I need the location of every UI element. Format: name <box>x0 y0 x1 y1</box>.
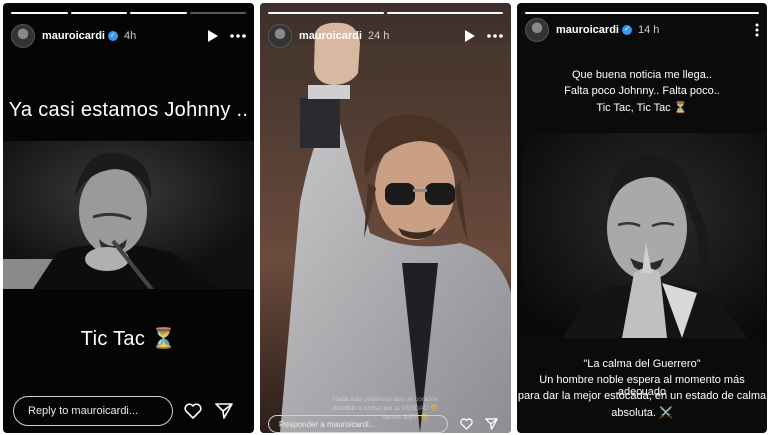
send-icon[interactable] <box>485 418 498 430</box>
username[interactable]: mauroicardi <box>556 24 619 36</box>
quote-line: absoluta. ⚔️ <box>611 407 673 419</box>
username[interactable]: mauroicardi <box>42 30 105 42</box>
play-icon[interactable] <box>464 30 475 42</box>
story-header: mauroicardi ✓ 4h <box>11 23 246 49</box>
verified-icon: ✓ <box>621 25 632 35</box>
verified-icon: ✓ <box>107 31 118 41</box>
progress-bar <box>189 12 246 14</box>
story-photo <box>522 133 765 338</box>
progress-bar <box>11 12 68 14</box>
quote-title: "La calma del Guerrero" <box>583 358 701 370</box>
story-caption-line: Nada más poderoso que un corazón <box>332 396 439 403</box>
reply-input[interactable]: Responder a mauroicardi... <box>268 415 448 433</box>
post-time: 14 h <box>637 24 660 36</box>
story-panel-3[interactable]: mauroicardi ✓ 14 h Que buena noticia me … <box>517 3 767 433</box>
progress-bar <box>268 12 384 14</box>
play-icon[interactable] <box>207 30 218 42</box>
story-caption: Tic Tac ⏳ <box>80 328 177 350</box>
reply-input[interactable]: Reply to mauroicardi... <box>13 396 173 426</box>
story-caption-line: decidido a luchar por la VERDAD 😊 <box>332 405 439 412</box>
story-photo <box>260 3 511 433</box>
progress-bar <box>387 12 503 14</box>
progress-bars <box>525 12 759 14</box>
heart-icon[interactable] <box>184 403 202 419</box>
avatar[interactable] <box>525 18 549 42</box>
story-panel-2[interactable]: mauroicardi 24 h Nada más poderoso que u… <box>260 3 511 433</box>
progress-bar <box>70 12 127 14</box>
post-time: 24 h <box>367 30 390 42</box>
avatar[interactable] <box>268 24 292 48</box>
more-icon[interactable] <box>487 34 503 38</box>
story-text-line: Tic Tac, Tic Tac ⏳ <box>596 102 688 114</box>
more-icon[interactable] <box>230 34 246 38</box>
quote-line: para dar la mejor estocada, en un estado… <box>517 390 767 402</box>
heart-icon[interactable] <box>460 418 473 430</box>
username[interactable]: mauroicardi <box>299 30 362 42</box>
avatar[interactable] <box>11 24 35 48</box>
story-header: mauroicardi ✓ 14 h <box>525 17 759 43</box>
progress-bars <box>268 12 503 14</box>
story-text-line: Falta poco Johnny.. Falta poco.. <box>564 85 720 97</box>
story-headline: Ya casi estamos Johnny .. <box>8 99 249 121</box>
story-photo <box>3 141 254 289</box>
more-vertical-icon[interactable] <box>755 23 759 37</box>
story-panel-1[interactable]: mauroicardi ✓ 4h Ya casi estamos Johnny … <box>3 3 254 433</box>
send-icon[interactable] <box>215 403 233 419</box>
progress-bar <box>525 12 759 14</box>
progress-bar <box>130 12 187 14</box>
post-time: 4h <box>123 30 137 42</box>
progress-bars <box>11 12 246 14</box>
story-header: mauroicardi 24 h <box>268 23 503 49</box>
story-text-line: Que buena noticia me llega.. <box>571 69 713 81</box>
